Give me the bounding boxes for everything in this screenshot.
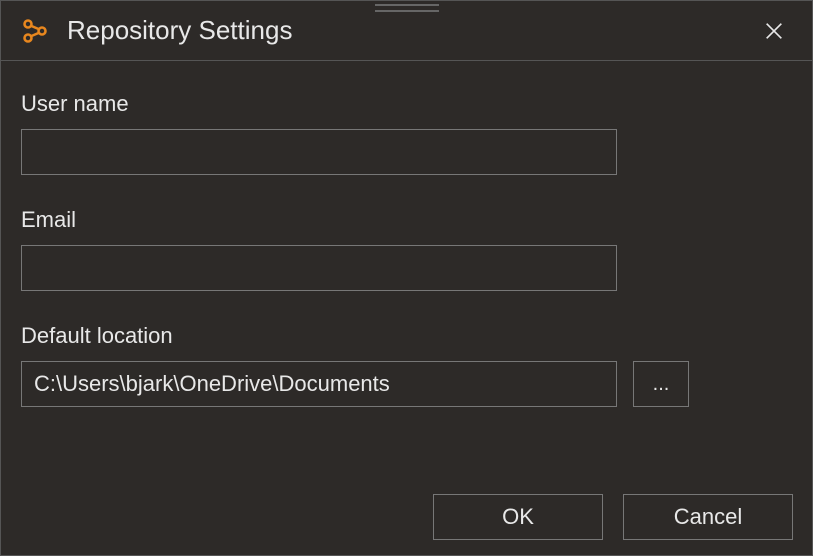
dialog-footer: OK Cancel [433, 494, 793, 540]
username-group: User name [21, 91, 792, 175]
close-icon [763, 20, 785, 42]
ok-button[interactable]: OK [433, 494, 603, 540]
cancel-button[interactable]: Cancel [623, 494, 793, 540]
email-input[interactable] [21, 245, 617, 291]
default-location-group: Default location ... [21, 323, 792, 407]
email-label: Email [21, 207, 792, 233]
close-button[interactable] [756, 13, 792, 49]
default-location-label: Default location [21, 323, 792, 349]
window-grip[interactable] [375, 3, 439, 13]
dialog-title: Repository Settings [67, 15, 756, 46]
repository-icon [21, 17, 49, 45]
titlebar: Repository Settings [1, 1, 812, 61]
browse-button[interactable]: ... [633, 361, 689, 407]
username-label: User name [21, 91, 792, 117]
email-group: Email [21, 207, 792, 291]
default-location-row: ... [21, 361, 792, 407]
dialog-content: User name Email Default location ... [1, 61, 812, 459]
username-input[interactable] [21, 129, 617, 175]
default-location-input[interactable] [21, 361, 617, 407]
